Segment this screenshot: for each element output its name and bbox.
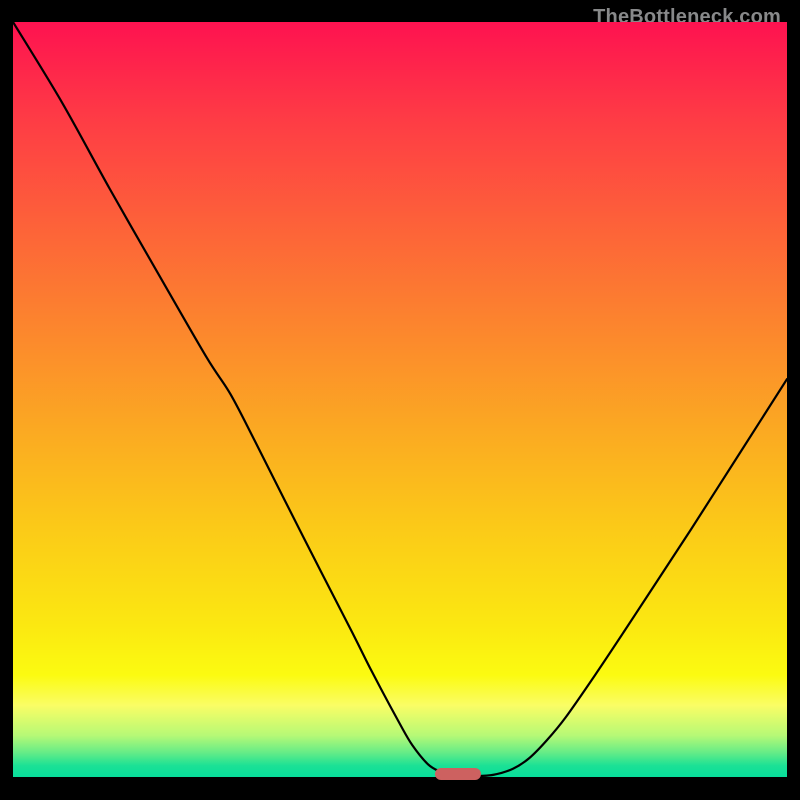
- bottleneck-curve: [13, 22, 787, 777]
- plot-area: [13, 22, 787, 777]
- optimal-point-marker: [435, 768, 481, 780]
- chart-frame: TheBottleneck.com: [13, 6, 787, 794]
